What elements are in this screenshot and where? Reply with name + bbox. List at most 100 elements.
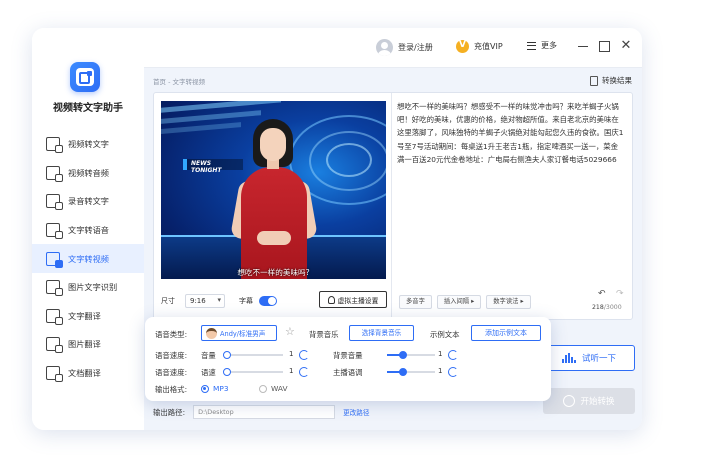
anchor-tone-label: 主播语调: [333, 368, 363, 377]
slider-knob[interactable]: [399, 351, 407, 359]
try-listen-label: 试听一下: [581, 354, 616, 364]
sidebar-item-recording-to-text[interactable]: 录音转文字: [32, 187, 144, 216]
format-wav-radio[interactable]: [259, 385, 267, 393]
video-preview[interactable]: NEWS TONIGHT 想吃不一样的美味吗?: [161, 101, 386, 279]
video-audio-icon: [46, 165, 63, 182]
voice-avatar-icon: [206, 327, 217, 339]
volume-label: 音量: [201, 351, 216, 360]
virtual-presenter: [230, 119, 318, 279]
voice-settings-panel: 语音类型: Andy/标准男声 ☆ 背景音乐 选择背景音乐 示例文本 添加示例文…: [145, 317, 551, 401]
script-text-editor[interactable]: 想吃不一样的美味吗？想感受不一样的味觉冲击吗？来吃羊蝎子火锅吧！好吃的美味，优惠…: [397, 100, 625, 166]
virtual-anchor-settings-button[interactable]: 虚拟主播设置: [319, 291, 387, 308]
sound-wave-icon: [561, 353, 576, 363]
example-text-label: 示例文本: [430, 330, 460, 339]
sidebar-item-image-translate[interactable]: 图片翻译: [32, 330, 144, 359]
anchor-button-label: 虚拟主播设置: [337, 296, 379, 305]
login-button[interactable]: 登录/注册: [376, 39, 433, 56]
anchor-tone-value: 1: [438, 367, 443, 375]
voice-type-label: 语音类型:: [155, 330, 188, 339]
user-avatar-icon: [376, 39, 393, 56]
start-convert-button[interactable]: 开始转换: [543, 388, 635, 414]
reset-icon[interactable]: [299, 367, 309, 377]
insert-pause-button[interactable]: 插入间隔 ▸: [436, 295, 482, 309]
number-reading-button[interactable]: 数字读法 ▸: [486, 295, 531, 309]
sidebar-item-text-translate[interactable]: 文字翻译: [32, 302, 144, 331]
conversion-result-link[interactable]: 转换结果: [590, 75, 632, 86]
format-mp3-label: MP3: [213, 384, 229, 393]
maximize-button[interactable]: [597, 39, 611, 53]
insert-pause-label: 插入间隔: [443, 298, 470, 305]
slider-knob[interactable]: [223, 351, 231, 359]
sidebar-item-document-translate[interactable]: 文档翻译: [32, 359, 144, 388]
image-text-icon: [46, 280, 63, 297]
vip-button[interactable]: 充值VIP: [456, 40, 503, 53]
undo-icon[interactable]: ↶: [598, 289, 606, 299]
size-select[interactable]: 9:16: [185, 294, 225, 308]
start-convert-label: 开始转换: [580, 397, 615, 407]
document-icon: [590, 75, 598, 86]
reset-icon[interactable]: [448, 350, 458, 360]
try-listen-button[interactable]: 试听一下: [543, 345, 635, 371]
format-wav-label: WAV: [271, 384, 288, 393]
count-max: /3000: [603, 304, 622, 311]
sidebar-item-label: 图片翻译: [68, 339, 101, 350]
count-current: 218: [592, 304, 604, 311]
document-translate-icon: [46, 366, 63, 383]
menu-icon: [527, 41, 536, 50]
background-ring: [326, 143, 372, 177]
sidebar-item-text-to-speech[interactable]: 文字转语音: [32, 216, 144, 245]
login-label: 登录/注册: [398, 43, 433, 52]
sidebar-item-image-ocr[interactable]: 图片文字识别: [32, 273, 144, 302]
sidebar-item-label: 文字转视频: [68, 253, 109, 264]
change-path-link[interactable]: 更改路径: [343, 407, 369, 417]
reset-icon[interactable]: [299, 350, 309, 360]
anchor-tone-slider[interactable]: [387, 368, 435, 376]
sidebar-item-video-to-text[interactable]: 视频转文字: [32, 130, 144, 159]
sidebar-item-text-to-video[interactable]: 文字转视频: [32, 244, 144, 273]
sidebar-item-video-to-audio[interactable]: 视频转音频: [32, 159, 144, 188]
translate-icon: [46, 308, 63, 325]
close-icon[interactable]: ✕: [619, 39, 633, 53]
speed-label: 语音速度:: [155, 351, 188, 360]
subtitle-label: 字幕: [239, 297, 253, 305]
more-label: 更多: [541, 41, 557, 50]
volume-slider[interactable]: [223, 351, 283, 359]
rate-label: 语速: [201, 368, 216, 377]
output-path-label: 输出路径:: [153, 407, 186, 417]
redo-icon[interactable]: ↷: [616, 289, 624, 299]
video-controls: 尺寸 9:16 字幕: [161, 294, 277, 308]
sidebar-item-label: 视频转文字: [68, 139, 109, 150]
character-count: 218/3000: [592, 304, 622, 311]
bg-volume-slider[interactable]: [387, 351, 435, 359]
select-bgm-button[interactable]: 选择背景音乐: [349, 325, 414, 341]
sidebar: 视频转文字助手 视频转文字 视频转音频 录音转文字 文字转语音 文字转视频 图片…: [32, 28, 144, 430]
output-format-label: 输出格式:: [155, 385, 188, 394]
polyphone-button[interactable]: 多音字: [399, 295, 432, 309]
top-bar: 登录/注册 充值VIP 更多 ✕: [144, 28, 642, 68]
rate-value: 1: [289, 367, 294, 375]
person-icon: [327, 295, 335, 304]
slider-knob[interactable]: [399, 368, 407, 376]
minimize-button[interactable]: [576, 39, 590, 53]
background-stripe: [161, 101, 281, 114]
reset-icon[interactable]: [448, 367, 458, 377]
output-path-input[interactable]: D:\Desktop: [193, 405, 336, 419]
sidebar-nav: 视频转文字 视频转音频 录音转文字 文字转语音 文字转视频 图片文字识别 文字翻…: [32, 130, 144, 387]
text-speech-icon: [46, 223, 63, 240]
video-subtitle: 想吃不一样的美味吗?: [237, 268, 310, 277]
add-example-text-button[interactable]: 添加示例文本: [471, 325, 541, 341]
breadcrumb: 首页 - 文字转视频: [153, 78, 205, 86]
text-tools: 多音字 插入间隔 ▸ 数字读法 ▸: [399, 295, 536, 309]
sidebar-item-label: 文档翻译: [68, 368, 101, 379]
vip-icon: [456, 40, 469, 53]
sidebar-item-label: 录音转文字: [68, 196, 109, 207]
slider-knob[interactable]: [223, 368, 231, 376]
voice-type-button[interactable]: Andy/标准男声: [201, 325, 277, 341]
rate-slider[interactable]: [223, 368, 283, 376]
sidebar-item-label: 文字转语音: [68, 225, 109, 236]
format-mp3-radio[interactable]: [201, 385, 209, 393]
favorite-star-icon[interactable]: ☆: [285, 325, 295, 338]
sidebar-item-label: 文字翻译: [68, 310, 101, 321]
subtitle-toggle[interactable]: [259, 296, 277, 306]
more-menu-button[interactable]: 更多: [527, 40, 557, 51]
